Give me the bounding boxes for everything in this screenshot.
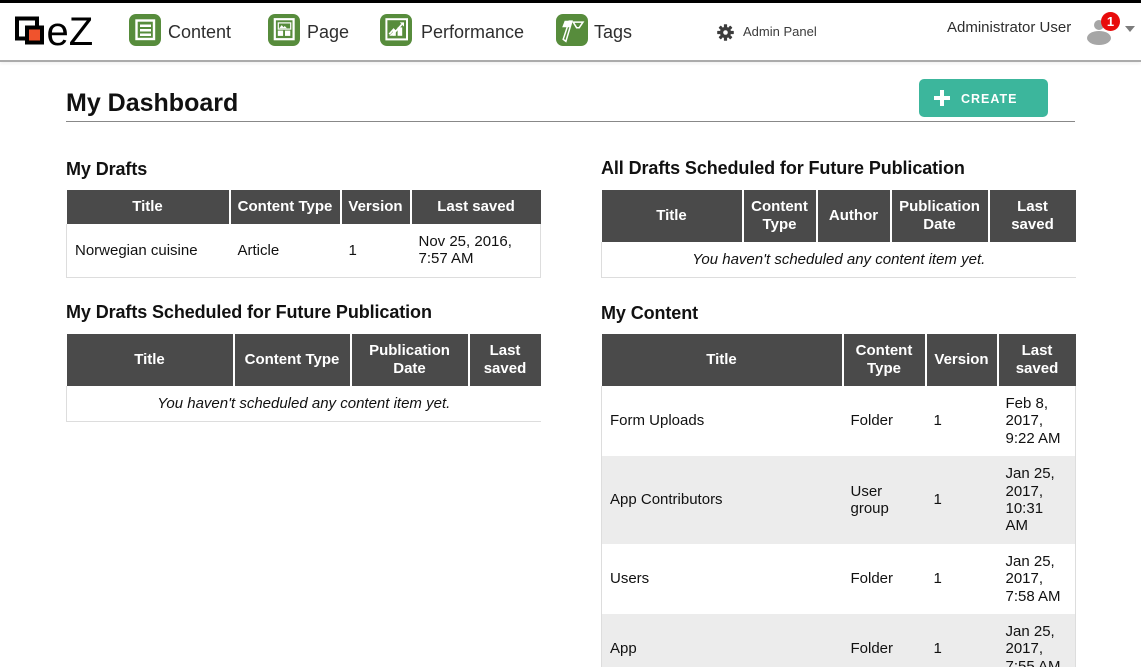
svg-text:eZ: eZ [47, 15, 94, 51]
